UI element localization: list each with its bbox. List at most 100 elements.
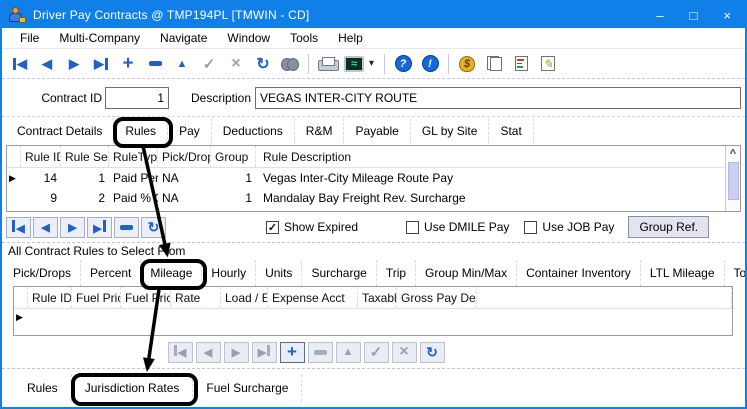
money-bag-icon[interactable]: $ (455, 53, 479, 75)
monitor-icon[interactable]: ≈ (342, 53, 366, 75)
rules-grid-scrollbar[interactable]: ^ (725, 146, 740, 211)
select-prev-button[interactable]: ◀ (196, 342, 221, 363)
col-rule-seq[interactable]: Rule Seq (61, 146, 109, 167)
tab-surcharge[interactable]: Surcharge (302, 260, 376, 286)
tab-bottom-jurisdiction-rates[interactable]: Jurisdiction Rates (72, 374, 194, 402)
maximize-button[interactable]: □ (690, 9, 698, 22)
tab-tolls[interactable]: Tolls (725, 260, 747, 286)
collapse-icon[interactable]: ▲ (170, 53, 194, 75)
rules-grid-header: Rule ID Rule Seq RuleType Pick/Drop Grou… (7, 146, 740, 168)
rules-first-button[interactable]: ◀ (6, 217, 31, 238)
first-record-icon: ◀ (12, 220, 24, 235)
col-rule-id[interactable]: Rule ID (28, 287, 72, 308)
previous-record-icon[interactable]: ◀ (35, 53, 59, 75)
minimize-button[interactable]: – (656, 9, 663, 22)
help-icon[interactable]: ? (391, 53, 415, 75)
info-icon[interactable]: ! (418, 53, 442, 75)
col-rule-id[interactable]: Rule ID (21, 146, 61, 167)
select-refresh-button[interactable]: ↻ (420, 342, 445, 363)
rules-grid-row[interactable]: 9 2 Paid % Of Re NA 1 Mandalay Bay Freig… (7, 188, 740, 208)
tab-contract-details[interactable]: Contract Details (6, 118, 114, 144)
tab-pick-drops[interactable]: Pick/Drops (4, 260, 81, 286)
rules-next-button[interactable]: ▶ (60, 217, 85, 238)
contract-id-field[interactable] (105, 87, 169, 109)
scrollbar-thumb[interactable] (728, 162, 739, 200)
tab-container-inventory[interactable]: Container Inventory (517, 260, 641, 286)
monitor-dropdown-icon[interactable]: ▾ (369, 58, 381, 69)
col-group[interactable]: Group (211, 146, 256, 167)
tab-ltl-mileage[interactable]: LTL Mileage (641, 260, 725, 286)
menu-multi-company[interactable]: Multi-Company (49, 29, 150, 47)
copy-icon[interactable] (482, 53, 506, 75)
select-next-button[interactable]: ▶ (224, 342, 249, 363)
tab-bottom-fuel-surcharge[interactable]: Fuel Surcharge (193, 374, 302, 402)
show-expired-checkbox[interactable]: ✓ Show Expired (266, 220, 358, 234)
tab-hourly[interactable]: Hourly (202, 260, 256, 286)
tab-stat[interactable]: Stat (489, 118, 533, 144)
col-rule-description[interactable]: Rule Description (256, 146, 740, 167)
col-taxable[interactable]: Taxable (358, 287, 397, 308)
tab-rm[interactable]: R&M (295, 118, 345, 144)
select-save-button[interactable]: ✓ (364, 342, 389, 363)
select-add-button[interactable]: + (280, 342, 305, 363)
rules-prev-button[interactable]: ◀ (33, 217, 58, 238)
tab-gl-by-site[interactable]: GL by Site (411, 118, 490, 144)
rules-refresh-button[interactable]: ↻ (141, 217, 166, 238)
cancel-icon[interactable]: × (224, 53, 248, 75)
tab-pay[interactable]: Pay (168, 118, 212, 144)
refresh-icon: ↻ (148, 219, 160, 236)
add-record-icon[interactable]: + (116, 53, 140, 75)
col-gross-pay-ded[interactable]: Gross Pay Ded (397, 287, 477, 308)
save-icon[interactable]: ✓ (197, 53, 221, 75)
description-field[interactable] (255, 87, 741, 109)
tab-deductions[interactable]: Deductions (212, 118, 295, 144)
rules-delete-button[interactable] (114, 217, 139, 238)
tab-select-mileage[interactable]: Mileage (141, 260, 202, 286)
select-collapse-button[interactable]: ▲ (336, 342, 361, 363)
cell-rule-id: 14 (21, 171, 61, 185)
first-record-icon[interactable]: ◀ (8, 53, 32, 75)
col-load-empty[interactable]: Load / Empt (221, 287, 268, 308)
mileage-grid-empty-row[interactable]: ▶ (14, 309, 732, 333)
col-rule-type[interactable]: RuleType (109, 146, 158, 167)
col-fuel-price-min[interactable]: Fuel Price Mi (72, 287, 121, 308)
refresh-icon[interactable]: ↻ (251, 53, 275, 75)
tab-bottom-rules[interactable]: Rules (14, 374, 72, 402)
select-last-button[interactable]: ▶ (252, 342, 277, 363)
select-delete-button[interactable] (308, 342, 333, 363)
menu-file[interactable]: File (10, 29, 49, 47)
cell-rule-type: Paid % Of Re (109, 191, 158, 205)
select-cancel-button[interactable]: × (392, 342, 417, 363)
scroll-up-icon[interactable]: ^ (730, 146, 736, 160)
tab-trip[interactable]: Trip (377, 260, 416, 286)
col-expense-acct[interactable]: Expense Acct (268, 287, 358, 308)
find-binoculars-icon[interactable] (278, 53, 302, 75)
menu-help[interactable]: Help (328, 29, 373, 47)
tab-group-min-max[interactable]: Group Min/Max (416, 260, 517, 286)
report-icon[interactable] (509, 53, 533, 75)
tab-units[interactable]: Units (256, 260, 302, 286)
menu-tools[interactable]: Tools (280, 29, 328, 47)
cell-rule-type: Paid Per Mile (109, 171, 158, 185)
tab-percent[interactable]: Percent (81, 260, 141, 286)
col-fuel-price-max[interactable]: Fuel Price Max (121, 287, 171, 308)
menu-window[interactable]: Window (217, 29, 280, 47)
edit-note-icon[interactable]: ✎ (536, 53, 560, 75)
use-dmile-pay-checkbox[interactable]: Use DMILE Pay (406, 220, 509, 234)
col-pick-drop[interactable]: Pick/Drop (158, 146, 211, 167)
group-ref-button[interactable]: Group Ref. (628, 216, 709, 238)
tab-payable[interactable]: Payable (344, 118, 410, 144)
next-record-icon[interactable]: ▶ (62, 53, 86, 75)
use-job-pay-checkbox[interactable]: Use JOB Pay (524, 220, 614, 234)
menu-navigate[interactable]: Navigate (150, 29, 217, 47)
close-button[interactable]: × (723, 9, 731, 22)
cell-pick-drop: NA (158, 191, 211, 205)
select-first-button[interactable]: ◀ (168, 342, 193, 363)
rules-last-button[interactable]: ▶ (87, 217, 112, 238)
tab-main-rules[interactable]: Rules (114, 118, 168, 144)
last-record-icon[interactable]: ▶ (89, 53, 113, 75)
delete-record-icon[interactable] (143, 53, 167, 75)
rules-grid-row[interactable]: ▶ 14 1 Paid Per Mile NA 1 Vegas Inter-Ci… (7, 168, 740, 188)
col-rate[interactable]: Rate (171, 287, 221, 308)
print-icon[interactable] (315, 53, 339, 75)
